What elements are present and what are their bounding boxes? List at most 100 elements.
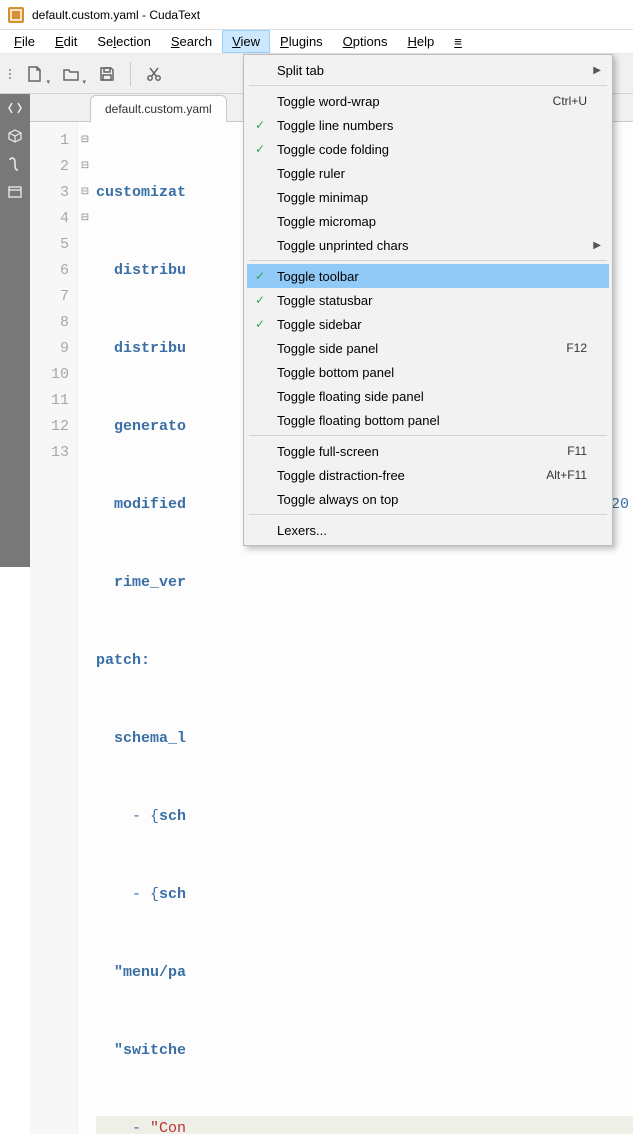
menu-toggle-toolbar[interactable]: ✓ Toggle toolbar — [247, 264, 609, 288]
code-tree-icon[interactable] — [5, 98, 25, 118]
menu-toggle-word-wrap[interactable]: Toggle word-wrap Ctrl+U — [247, 89, 609, 113]
code-text: rime_ver — [96, 574, 186, 591]
fold-minus-icon[interactable]: ⊟ — [78, 128, 92, 154]
menu-label: Toggle line numbers — [277, 118, 393, 133]
app-icon — [8, 7, 24, 23]
line-number: 12 — [30, 414, 69, 440]
menu-label: Toggle floating bottom panel — [277, 413, 440, 428]
line-number: 7 — [30, 284, 69, 310]
menu-toggle-micromap[interactable]: Toggle micromap — [247, 209, 609, 233]
cut-button[interactable] — [137, 59, 171, 89]
menu-toggle-distraction-free[interactable]: Toggle distraction-freeAlt+F11 — [247, 463, 609, 487]
menu-toggle-sidebar[interactable]: ✓ Toggle sidebar — [247, 312, 609, 336]
line-number: 13 — [30, 440, 69, 466]
toolbar-separator — [130, 62, 131, 86]
menu-label: Toggle always on top — [277, 492, 398, 507]
menu-hamburger[interactable]: ≡ — [444, 30, 472, 53]
menubar: File Edit Selection Search View Plugins … — [0, 30, 633, 54]
menu-view[interactable]: View — [222, 30, 270, 53]
submenu-arrow-icon: ▶ — [593, 240, 601, 251]
check-icon: ✓ — [255, 269, 265, 283]
sidebar — [0, 94, 30, 567]
code-text: modified — [96, 496, 186, 513]
line-number: 3 — [30, 180, 69, 206]
menu-selection[interactable]: Selection — [87, 30, 161, 53]
menu-label: Toggle toolbar — [277, 269, 359, 284]
project-icon[interactable] — [5, 126, 25, 146]
menu-toggle-ruler[interactable]: Toggle ruler — [247, 161, 609, 185]
menu-toggle-full-screen[interactable]: Toggle full-screen F11 — [247, 439, 609, 463]
check-icon: ✓ — [255, 317, 265, 331]
menu-toggle-side-panel[interactable]: Toggle side panel F12 — [247, 336, 609, 360]
menu-search[interactable]: Search — [161, 30, 222, 53]
code-text: patch: — [96, 652, 150, 669]
fold-minus-icon[interactable]: ⊟ — [78, 180, 92, 206]
menu-shortcut: F11 — [567, 444, 587, 458]
submenu-arrow-icon: ▶ — [593, 65, 601, 76]
menu-toggle-floating-bottom-panel[interactable]: Toggle floating bottom panel — [247, 408, 609, 432]
tab-default-custom-yaml[interactable]: default.custom.yaml — [90, 95, 227, 122]
tabs-icon[interactable] — [5, 182, 25, 202]
menu-label: Toggle sidebar — [277, 317, 362, 332]
menu-toggle-statusbar[interactable]: ✓Toggle statusbar — [247, 288, 609, 312]
line-number: 8 — [30, 310, 69, 336]
menu-label: Toggle ruler — [277, 166, 345, 181]
window-title: default.custom.yaml - CudaText — [32, 8, 200, 22]
menu-toggle-line-numbers[interactable]: ✓ Toggle line numbers — [247, 113, 609, 137]
code-text: "Con — [150, 1120, 186, 1134]
code-text: sch — [159, 886, 186, 903]
code-text: 20 — [611, 492, 633, 518]
line-number: 11 — [30, 388, 69, 414]
menu-label: Split tab — [277, 63, 324, 78]
menu-label: Toggle word-wrap — [277, 94, 380, 109]
code-text: - { — [96, 808, 159, 825]
menu-file[interactable]: File — [4, 30, 45, 53]
line-number: 5 — [30, 232, 69, 258]
menu-label: Toggle full-screen — [277, 444, 379, 459]
menu-label: Toggle minimap — [277, 190, 368, 205]
open-file-button[interactable] — [54, 59, 88, 89]
line-number: 10 — [30, 362, 69, 388]
fold-minus-icon[interactable]: ⊟ — [78, 206, 92, 232]
code-text: schema_l — [96, 730, 186, 747]
code-text: generato — [96, 418, 186, 435]
menu-separator — [249, 514, 607, 515]
menu-help[interactable]: Help — [398, 30, 445, 53]
menu-label: Lexers... — [277, 523, 327, 538]
check-icon: ✓ — [255, 293, 265, 307]
fold-column[interactable]: ⊟ ⊟ ⊟ ⊟ — [78, 122, 92, 1134]
menu-label: Toggle floating side panel — [277, 389, 424, 404]
menu-options[interactable]: Options — [333, 30, 398, 53]
menu-lexers[interactable]: Lexers... — [247, 518, 609, 542]
menu-shortcut: Ctrl+U — [553, 94, 587, 108]
menu-toggle-floating-side-panel[interactable]: Toggle floating side panel — [247, 384, 609, 408]
menu-toggle-code-folding[interactable]: ✓Toggle code folding — [247, 137, 609, 161]
menu-label: Toggle unprinted chars — [277, 238, 409, 253]
menu-toggle-unprinted-chars[interactable]: Toggle unprinted chars ▶ — [247, 233, 609, 257]
code-text: customizat — [96, 184, 186, 201]
menu-edit[interactable]: Edit — [45, 30, 87, 53]
check-icon: ✓ — [255, 118, 265, 132]
menu-toggle-always-on-top[interactable]: Toggle always on top — [247, 487, 609, 511]
save-file-button[interactable] — [90, 59, 124, 89]
menu-label: Toggle distraction-free — [277, 468, 405, 483]
menu-shortcut: F12 — [566, 341, 587, 355]
menu-toggle-bottom-panel[interactable]: Toggle bottom panel — [247, 360, 609, 384]
code-text: sch — [159, 808, 186, 825]
line-number: 6 — [30, 258, 69, 284]
code-text: distribu — [96, 262, 186, 279]
view-menu-dropdown: Split tab▶ Toggle word-wrapCtrl+U ✓Toggl… — [243, 54, 613, 546]
line-number: 1 — [30, 128, 69, 154]
code-text: - { — [96, 886, 159, 903]
line-number-gutter: 1 2 3 4 5 6 7 8 9 10 11 12 13 — [30, 122, 78, 1134]
menu-label: Toggle side panel — [277, 341, 378, 356]
snippet-icon[interactable] — [5, 154, 25, 174]
menu-split-tab[interactable]: Split tab ▶ — [247, 58, 609, 82]
code-text: "menu/pa — [96, 964, 186, 981]
line-number: 4 — [30, 206, 69, 232]
menu-plugins[interactable]: Plugins — [270, 30, 333, 53]
fold-minus-icon[interactable]: ⊟ — [78, 154, 92, 180]
new-file-button[interactable] — [18, 59, 52, 89]
menu-label: Toggle micromap — [277, 214, 376, 229]
menu-toggle-minimap[interactable]: Toggle minimap — [247, 185, 609, 209]
